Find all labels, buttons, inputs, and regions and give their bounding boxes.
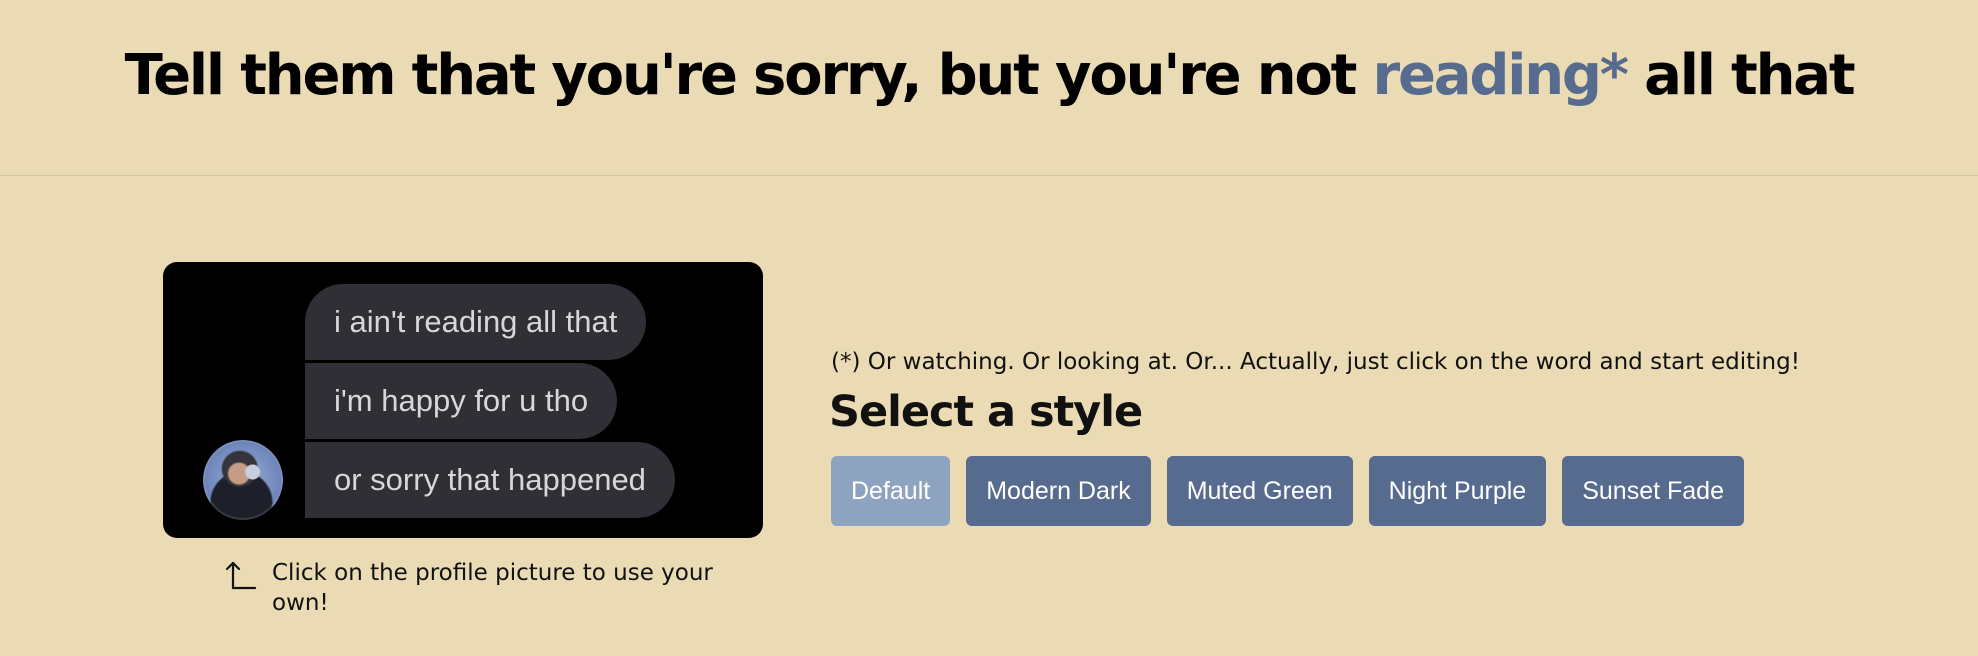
message-preview: i ain't reading all that i'm happy for u… <box>163 262 763 538</box>
page-header: Tell them that you're sorry, but you're … <box>0 0 1978 176</box>
style-sunset-fade-button[interactable]: Sunset Fade <box>1562 456 1744 526</box>
style-heading: Select a style <box>829 387 1143 437</box>
message-bubble[interactable]: i ain't reading all that <box>305 284 647 360</box>
editable-word[interactable]: reading* <box>1373 43 1630 108</box>
style-default-button[interactable]: Default <box>831 456 951 526</box>
message-bubbles: i ain't reading all that i'm happy for u… <box>305 284 675 521</box>
title-prefix: Tell them that you're sorry, but you're … <box>124 43 1358 108</box>
style-options: Default Modern Dark Muted Green Night Pu… <box>831 456 1744 526</box>
profile-picture-hint: Click on the profile picture to use your… <box>224 558 744 618</box>
style-night-purple-button[interactable]: Night Purple <box>1368 456 1547 526</box>
style-muted-green-button[interactable]: Muted Green <box>1166 456 1353 526</box>
turn-up-left-arrow-icon <box>225 561 257 590</box>
style-modern-dark-button[interactable]: Modern Dark <box>966 456 1151 526</box>
message-bubble[interactable]: i'm happy for u tho <box>305 363 618 439</box>
profile-picture[interactable] <box>203 440 283 520</box>
footnote: (*) Or watching. Or looking at. Or... Ac… <box>831 349 1800 375</box>
message-bubble[interactable]: or sorry that happened <box>305 442 675 518</box>
title-suffix: all that <box>1644 43 1855 108</box>
main-content: i ain't reading all that i'm happy for u… <box>0 176 1978 656</box>
page-title: Tell them that you're sorry, but you're … <box>124 43 1856 108</box>
hint-text: Click on the profile picture to use your… <box>272 560 713 616</box>
